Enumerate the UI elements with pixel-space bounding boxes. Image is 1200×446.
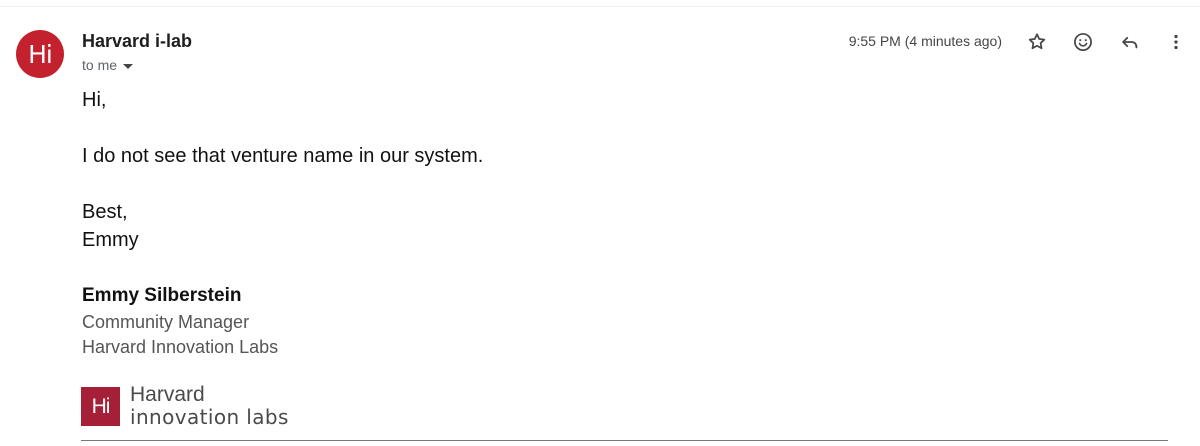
harvard-innovation-labs-logo-text: Harvard innovation labs (130, 383, 289, 429)
smiley-icon (1074, 33, 1092, 51)
message-signoff-name: Emmy (82, 229, 139, 251)
message-greeting: Hi, (82, 89, 107, 111)
signature-organization: Harvard Innovation Labs (82, 337, 279, 357)
signature-divider (81, 440, 1168, 441)
avatar-initials: Hi (28, 39, 53, 69)
recipient-details-toggle[interactable]: to me (82, 56, 134, 74)
message-timestamp: 9:55 PM (4 minutes ago) (848, 33, 1002, 49)
more-vert-icon (1174, 34, 1178, 50)
harvard-innovation-labs-logo-mark: Hi (81, 387, 120, 426)
logo-line-harvard: Harvard (130, 383, 205, 406)
top-divider (0, 6, 1200, 7)
reply-button[interactable] (1117, 29, 1143, 55)
message-signoff: Best, (82, 201, 128, 223)
add-reaction-button[interactable] (1070, 29, 1096, 55)
signature-name: Emmy Silberstein (82, 285, 242, 306)
sender-avatar[interactable]: Hi (16, 30, 64, 78)
recipient-label: to me (82, 57, 118, 73)
logo-line-innovation-labs: innovation labs (130, 405, 289, 429)
message-text: I do not see that venture name in our sy… (82, 145, 484, 167)
reply-icon (1122, 36, 1138, 49)
caret-down-icon (123, 63, 134, 69)
sender-name[interactable]: Harvard i-lab (82, 31, 192, 52)
logo-mark-text: Hi (91, 394, 111, 418)
more-options-button[interactable] (1163, 29, 1189, 55)
star-button[interactable] (1024, 29, 1050, 55)
star-icon (1028, 33, 1046, 50)
signature-title: Community Manager (82, 312, 250, 332)
